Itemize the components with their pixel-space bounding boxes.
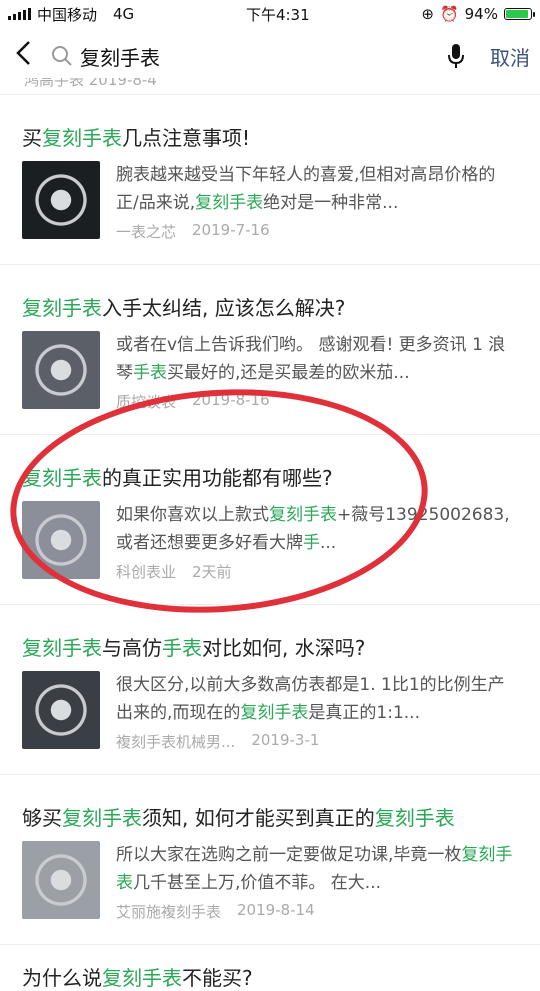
keyword-highlight: 复刻手表 xyxy=(22,296,102,320)
clock: 下午4:31 xyxy=(245,5,310,24)
battery-icon xyxy=(503,8,535,20)
text-segment: 所以大家在选购之前一定要做足功课,毕竟一枚 xyxy=(116,845,462,865)
results-list: 鸿高手表 2019-8-4 买复刻手表几点注意事项! 腕表越来越受当下年轻人的喜爱… xyxy=(0,78,540,991)
keyword-highlight: 复刻手表 xyxy=(22,636,102,660)
keyword-highlight: 复刻手表 xyxy=(22,466,102,490)
keyword-highlight: 复刻手表 xyxy=(240,703,309,723)
back-button[interactable] xyxy=(14,40,44,72)
watch-thumbnail-image xyxy=(22,501,100,579)
result-content: 所以大家在选购之前一定要做足功课,毕竟一枚复刻手表几千甚至上万,价值不菲。 在大… xyxy=(22,841,518,944)
text-segment: 绝对是一种非常... xyxy=(263,193,399,213)
result-source: 科创表业 xyxy=(116,563,177,581)
battery-percent: 94% xyxy=(464,5,498,23)
signal-icon xyxy=(8,8,31,20)
text-segment: 为什么说 xyxy=(22,966,102,990)
result-item[interactable]: 买复刻手表几点注意事项! 腕表越来越受当下年轻人的喜爱,但相对高昂价格的正/品来说… xyxy=(0,95,540,265)
keyword-highlight: 复刻手表 xyxy=(102,966,182,990)
keyword-highlight: 手表 xyxy=(162,636,202,660)
result-body: 如果你喜欢以上款式复刻手表+薇号13925002683,或者还想要更多好看大牌手… xyxy=(116,501,518,582)
result-item[interactable]: 够买复刻手表须知, 如何才能买到真正的复刻手表 所以大家在选购之前一定要做足功课,… xyxy=(0,775,540,945)
result-snippet: 很大区分,以前大多数高仿表都是1. 1比1的比例生产出来的,而现在的复刻手表是真… xyxy=(116,671,518,727)
result-date: 2019-8-16 xyxy=(192,391,270,409)
result-item[interactable]: 复刻手表入手太纠结, 应该怎么解决? 或者在v信上告诉我们哟。 感谢观看! 更多资… xyxy=(0,265,540,435)
text-segment: 的真正实用功能都有哪些? xyxy=(102,466,333,490)
keyword-highlight: 复刻手表 xyxy=(42,126,122,150)
partial-result-meta: 鸿高手表 2019-8-4 xyxy=(24,78,157,89)
microphone-icon[interactable] xyxy=(436,43,476,69)
alarm-icon: ⏰ xyxy=(439,5,459,23)
text-segment: 买最好的,还是买最差的欧米茄... xyxy=(167,363,410,383)
keyword-highlight: 复刻手表 xyxy=(62,806,142,830)
network-label: 4G xyxy=(113,5,135,23)
text-segment: ... xyxy=(320,533,337,553)
result-title: 复刻手表入手太纠结, 应该怎么解决? xyxy=(22,265,518,321)
watch-thumbnail-image xyxy=(22,841,100,919)
carrier-label: 中国移动 xyxy=(37,5,98,24)
result-content: 腕表越来越受当下年轻人的喜爱,但相对高昂价格的正/品来说,复刻手表绝对是一种非常… xyxy=(22,161,518,264)
result-snippet: 所以大家在选购之前一定要做足功课,毕竟一枚复刻手表几千甚至上万,价值不菲。 在大… xyxy=(116,841,518,897)
text-segment: 够买 xyxy=(22,806,62,830)
status-bar: 中国移动 4G 下午4:31 ⊕ ⏰ 94% xyxy=(0,0,540,28)
keyword-highlight: 复刻手表 xyxy=(269,505,337,525)
result-content: 很大区分,以前大多数高仿表都是1. 1比1的比例生产出来的,而现在的复刻手表是真… xyxy=(22,671,518,774)
partial-result-title[interactable]: 为什么说复刻手表不能买? xyxy=(0,945,540,991)
text-segment: 几点注意事项! xyxy=(122,126,251,150)
result-source: 艾丽施複刻手表 xyxy=(116,903,222,921)
result-date: 2019-8-14 xyxy=(237,901,315,919)
result-title: 复刻手表与高仿手表对比如何, 水深吗? xyxy=(22,605,518,661)
result-date: 2019-7-16 xyxy=(192,221,270,239)
result-title: 够买复刻手表须知, 如何才能买到真正的复刻手表 xyxy=(22,775,518,831)
text-segment: 须知, 如何才能买到真正的 xyxy=(142,806,375,830)
result-body: 很大区分,以前大多数高仿表都是1. 1比1的比例生产出来的,而现在的复刻手表是真… xyxy=(116,671,518,752)
result-title: 买复刻手表几点注意事项! xyxy=(22,95,518,151)
result-source: 複刻手表机械男... xyxy=(116,733,236,751)
result-item[interactable]: 复刻手表的真正实用功能都有哪些? 如果你喜欢以上款式复刻手表+薇号13925002… xyxy=(0,435,540,605)
result-body: 腕表越来越受当下年轻人的喜爱,但相对高昂价格的正/品来说,复刻手表绝对是一种非常… xyxy=(116,161,518,242)
keyword-highlight: 复刻手表 xyxy=(374,806,455,830)
text-segment: 如果你喜欢以上款式 xyxy=(116,505,269,525)
search-input[interactable]: 复刻手表 xyxy=(80,42,436,71)
result-source: 质控谈表 xyxy=(116,393,177,411)
orientation-lock-icon: ⊕ xyxy=(421,5,434,23)
result-body: 所以大家在选购之前一定要做足功课,毕竟一枚复刻手表几千甚至上万,价值不菲。 在大… xyxy=(116,841,518,922)
watch-thumbnail-image xyxy=(22,331,100,409)
keyword-highlight: 复刻手表 xyxy=(195,193,264,213)
result-snippet: 腕表越来越受当下年轻人的喜爱,但相对高昂价格的正/品来说,复刻手表绝对是一种非常… xyxy=(116,161,518,217)
result-meta: 质控谈表 2019-8-16 xyxy=(116,391,518,412)
text-segment: 是真正的1:1... xyxy=(308,703,420,723)
keyword-highlight: 手 xyxy=(303,533,320,553)
result-meta: 艾丽施複刻手表 2019-8-14 xyxy=(116,901,518,922)
keyword-highlight: 手表 xyxy=(133,363,167,383)
result-meta: 一表之芯 2019-7-16 xyxy=(116,221,518,242)
text-segment: 对比如何, 水深吗? xyxy=(202,636,366,660)
result-title: 复刻手表的真正实用功能都有哪些? xyxy=(22,435,518,491)
search-icon xyxy=(44,45,80,67)
result-body: 或者在v信上告诉我们哟。 感谢观看! 更多资讯 1 浪琴手表买最好的,还是买最差… xyxy=(116,331,518,412)
result-date: 2天前 xyxy=(192,563,232,581)
result-content: 如果你喜欢以上款式复刻手表+薇号13925002683,或者还想要更多好看大牌手… xyxy=(22,501,518,604)
result-meta: 複刻手表机械男... 2019-3-1 xyxy=(116,731,518,752)
result-snippet: 或者在v信上告诉我们哟。 感谢观看! 更多资讯 1 浪琴手表买最好的,还是买最差… xyxy=(116,331,518,387)
result-meta: 科创表业 2天前 xyxy=(116,561,518,582)
text-segment: 几千甚至上万,价值不菲。 在大... xyxy=(133,873,382,893)
watch-thumbnail-image xyxy=(22,161,100,239)
result-item[interactable]: 复刻手表与高仿手表对比如何, 水深吗? 很大区分,以前大多数高仿表都是1. 1比1… xyxy=(0,605,540,775)
result-date: 2019-3-1 xyxy=(251,731,320,749)
watch-thumbnail-image xyxy=(22,671,100,749)
text-segment: 与高仿 xyxy=(102,636,162,660)
text-segment: 买 xyxy=(22,126,42,150)
back-arrow-icon xyxy=(16,41,30,65)
result-source: 一表之芯 xyxy=(116,223,177,241)
result-snippet: 如果你喜欢以上款式复刻手表+薇号13925002683,或者还想要更多好看大牌手… xyxy=(116,501,518,557)
text-segment: 入手太纠结, 应该怎么解决? xyxy=(102,296,346,320)
text-segment: 不能买? xyxy=(182,966,253,990)
result-content: 或者在v信上告诉我们哟。 感谢观看! 更多资讯 1 浪琴手表买最好的,还是买最差… xyxy=(22,331,518,434)
search-bar: 复刻手表 取消 xyxy=(0,28,540,84)
cancel-button[interactable]: 取消 xyxy=(490,42,530,71)
